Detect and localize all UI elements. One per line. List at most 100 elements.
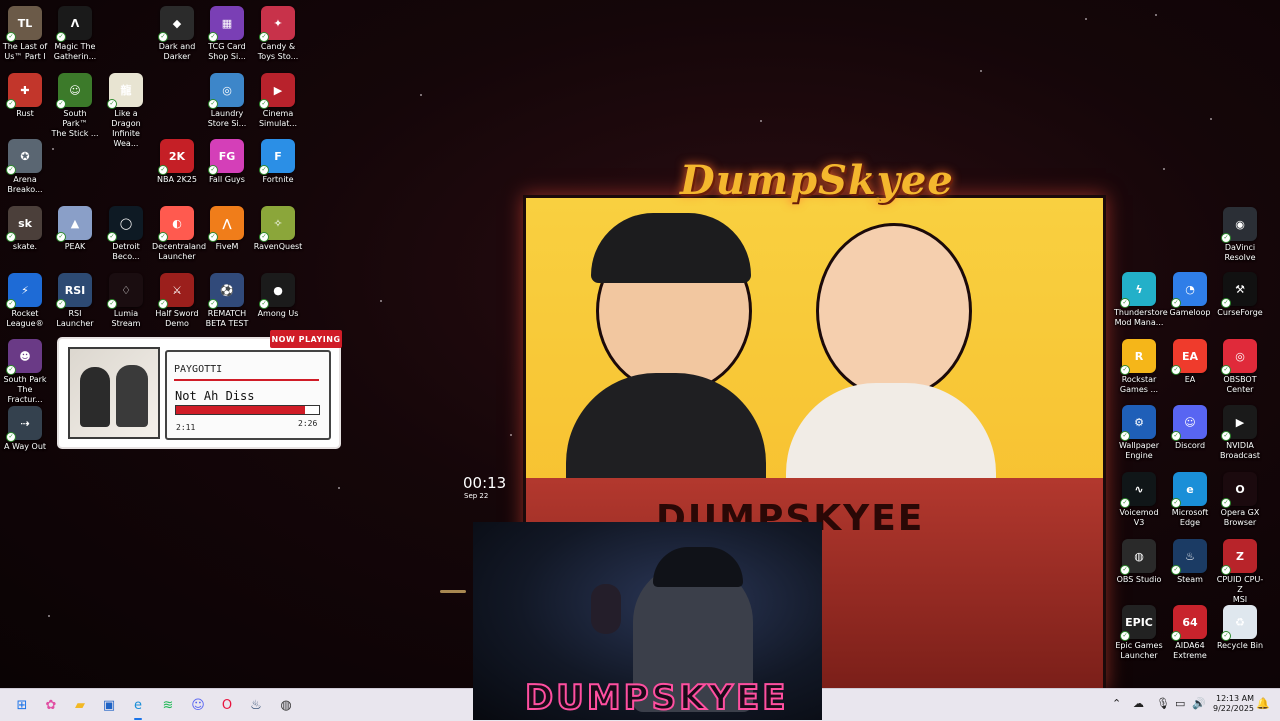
copilot-button[interactable]: ✿ [39, 693, 63, 717]
gameloop-icon: ◔ ✓ [1171, 272, 1207, 308]
desktop-icon-mtg-arena[interactable]: Λ ✓ Magic The Gatherin... [50, 6, 100, 62]
network-icon[interactable]: ▭ [1175, 697, 1185, 710]
star [48, 615, 50, 617]
desktop-icon-label: Dark and Darker [158, 42, 196, 61]
desktop-icon-nba-2k25[interactable]: 2K ✓ NBA 2K25 [152, 139, 202, 185]
desktop-icon-half-sword[interactable]: ⚔ ✓ Half Sword Demo [152, 273, 202, 329]
start-button[interactable]: ⊞ [10, 693, 34, 717]
discord-taskbar-button[interactable]: ☺ [186, 693, 210, 717]
desktop-icon-label: REMATCH BETA TEST [205, 309, 249, 328]
store-button[interactable]: ▣ [97, 693, 121, 717]
lumia-stream-icon: ♢ ✓ [107, 273, 143, 309]
desktop-icon-aida64[interactable]: 64 ✓ AIDA64 Extreme [1165, 605, 1215, 661]
desktop-icon-label: Arena Breako... [7, 175, 43, 194]
clock-widget-date: Sep 22 [464, 492, 489, 500]
desktop-icon-nvidia-broadcast[interactable]: ▶ ✓ NVIDIA Broadcast [1215, 405, 1265, 461]
desktop-icon-wallpaper-engine[interactable]: ⚙ ✓ Wallpaper Engine [1114, 405, 1164, 461]
desktop-icon-like-a-dragon[interactable]: 龍 ✓ Like a Dragon Infinite Wea... [101, 73, 151, 149]
sync-check-icon: ✓ [158, 165, 168, 175]
track-artist: PAYGOTTI [174, 364, 223, 375]
desktop-icon-curseforge[interactable]: ⚒ ✓ CurseForge [1215, 272, 1265, 318]
desktop-icon-a-way-out[interactable]: ⇢ ✓ A Way Out [0, 406, 50, 452]
desktop-icon-edge[interactable]: e ✓ Microsoft Edge [1165, 472, 1215, 528]
edge-taskbar-button[interactable]: e [126, 693, 150, 720]
desktop-icon-dark-and-darker[interactable]: ◆ ✓ Dark and Darker [152, 6, 202, 62]
desktop-icon-among-us[interactable]: ● ✓ Among Us [253, 273, 303, 319]
desktop-icon-obs-studio[interactable]: ◍ ✓ OBS Studio [1114, 539, 1164, 585]
desktop-icon-rsi-launcher[interactable]: RSI ✓ RSI Launcher [50, 273, 100, 329]
desktop-icon-epic-games[interactable]: EPIC ✓ Epic Games Launcher [1114, 605, 1164, 661]
sync-check-icon: ✓ [1171, 298, 1181, 308]
desktop-icon-rocket-league[interactable]: ⚡ ✓ Rocket League® [0, 273, 50, 329]
track-elapsed: 2:11 [176, 423, 196, 432]
star [760, 120, 762, 122]
desktop-icon-label: CurseForge [1217, 308, 1263, 317]
taskbar-clock-time[interactable]: 12:13 AM [1216, 694, 1254, 703]
desktop-icon-skate[interactable]: sk ✓ skate. [0, 206, 50, 252]
male-cap [591, 213, 751, 283]
sync-check-icon: ✓ [208, 32, 218, 42]
desktop-icon-label: NVIDIA Broadcast [1219, 441, 1261, 460]
desktop-icon-decentraland[interactable]: ◐ ✓ Decentraland Launcher [152, 206, 206, 262]
desktop-icon-peak[interactable]: ▲ ✓ PEAK [50, 206, 100, 252]
sync-check-icon: ✓ [1120, 365, 1130, 375]
desktop-icon-voicemod[interactable]: ∿ ✓ Voicemod V3 [1114, 472, 1164, 528]
desktop-icon-arena-breakout[interactable]: ✪ ✓ Arena Breako... [0, 139, 50, 195]
sync-check-icon: ✓ [56, 32, 66, 42]
desktop-icon-rockstar[interactable]: R ✓ Rockstar Games ... [1114, 339, 1164, 395]
desktop-icon-cinema-simulator[interactable]: ▶ ✓ Cinema Simulat... [253, 73, 303, 129]
dark-and-darker-icon: ◆ ✓ [158, 6, 194, 42]
desktop-icon-obsbot[interactable]: ◎ ✓ OBSBOT Center [1215, 339, 1265, 395]
desktop-icon-last-of-us[interactable]: TL ✓ The Last of Us™ Part I [0, 6, 50, 62]
desktop-icon-ea[interactable]: EA ✓ EA [1165, 339, 1215, 385]
sync-check-icon: ✓ [158, 232, 168, 242]
desktop-icon-davinci-resolve[interactable]: ◉ ✓ DaVinci Resolve [1215, 207, 1265, 263]
aida64-icon: 64 ✓ [1171, 605, 1207, 641]
chevron-up-icon[interactable]: ⌃ [1112, 697, 1121, 710]
desktop-icon-label: skate. [12, 242, 38, 251]
sync-check-icon: ✓ [1120, 298, 1130, 308]
opera-gx-taskbar-button[interactable]: O [215, 693, 239, 717]
notification-bell-icon[interactable]: 🔔 [1256, 697, 1270, 710]
star [440, 590, 466, 593]
desktop-icon-laundry-store[interactable]: ◎ ✓ Laundry Store Si... [202, 73, 252, 129]
desktop-icon-south-park-fractured[interactable]: ☻ ✓ South Park The Fractur... [0, 339, 50, 405]
desktop-icon-candy-toys-store[interactable]: ✦ ✓ Candy & Toys Sto... [253, 6, 303, 62]
rsi-launcher-icon: RSI ✓ [56, 273, 92, 309]
desktop-icon-fivem[interactable]: ⋀ ✓ FiveM [202, 206, 252, 252]
sync-check-icon: ✓ [1221, 298, 1231, 308]
desktop-icon-cpu-z[interactable]: Z ✓ CPUID CPU-Z MSI [1215, 539, 1265, 605]
webcam-overlay: DUMPSKYEE [473, 522, 822, 720]
desktop-icon-label: Epic Games Launcher [1115, 641, 1163, 660]
desktop-icon-detroit-become-human[interactable]: ◯ ✓ Detroit Beco... [101, 206, 151, 262]
spotify-button[interactable]: ≋ [156, 693, 180, 717]
cloud-icon[interactable]: ☁ [1133, 697, 1144, 710]
desktop-icon-opera-gx[interactable]: O ✓ Opera GX Browser [1215, 472, 1265, 528]
obs-taskbar-button[interactable]: ◍ [274, 693, 298, 717]
desktop-icon-fall-guys[interactable]: FG ✓ Fall Guys [202, 139, 252, 185]
steam-taskbar-button[interactable]: ♨ [244, 693, 268, 717]
desktop-icon-rust[interactable]: ✚ ✓ Rust [0, 73, 50, 119]
sync-check-icon: ✓ [1221, 365, 1231, 375]
desktop-icon-fortnite[interactable]: F ✓ Fortnite [253, 139, 303, 185]
desktop-icon-ravenquest[interactable]: ✧ ✓ RavenQuest [253, 206, 303, 252]
desktop-icon-south-park-stick[interactable]: ☺ ✓ South Park™ The Stick ... [50, 73, 100, 139]
desktop-icon-steam[interactable]: ♨ ✓ Steam [1165, 539, 1215, 585]
rust-icon: ✚ ✓ [6, 73, 42, 109]
file-explorer-button[interactable]: ▰ [68, 693, 92, 717]
desktop-icon-thunderstore[interactable]: ϟ ✓ Thunderstore Mod Mana... [1114, 272, 1168, 328]
desktop-icon-tcg-card-shop[interactable]: ▦ ✓ TCG Card Shop Si... [202, 6, 252, 62]
desktop-icon-gameloop[interactable]: ◔ ✓ Gameloop [1165, 272, 1215, 318]
opera-gx-icon: O ✓ [1221, 472, 1257, 508]
desktop-icon-lumia-stream[interactable]: ♢ ✓ Lumia Stream [101, 273, 151, 329]
desktop-icon-recycle-bin[interactable]: ♻ ✓ Recycle Bin [1215, 605, 1265, 651]
desktop-icon-rematch[interactable]: ⚽ ✓ REMATCH BETA TEST [202, 273, 252, 329]
a-way-out-icon: ⇢ ✓ [6, 406, 42, 442]
taskbar-clock-date[interactable]: 9/22/2025 [1213, 704, 1254, 713]
desktop-icon-label: Half Sword Demo [155, 309, 199, 328]
sync-check-icon: ✓ [1171, 631, 1181, 641]
desktop-icon-discord[interactable]: ☺ ✓ Discord [1165, 405, 1215, 451]
speaker-icon[interactable]: 🔊 [1192, 697, 1206, 710]
desktop-icon-label: DaVinci Resolve [1224, 243, 1256, 262]
microphone-icon[interactable]: 🎙 [1156, 697, 1170, 710]
